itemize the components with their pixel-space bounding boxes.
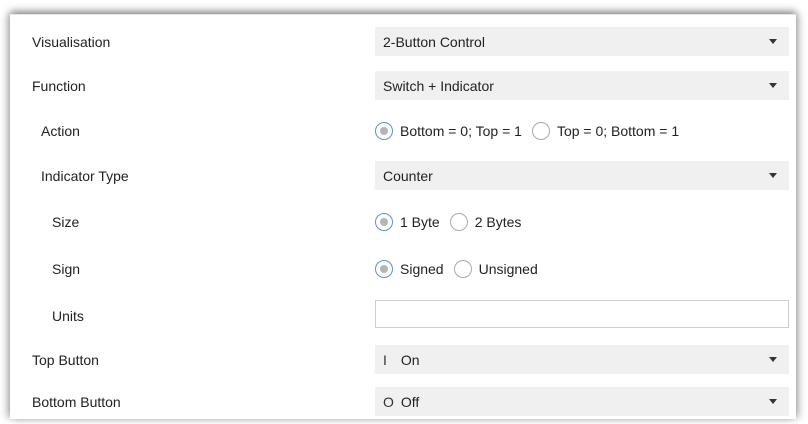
sign-radio-unsigned[interactable]: Unsigned bbox=[453, 260, 538, 278]
radio-checked-icon bbox=[375, 213, 393, 231]
top-button-value-wrap: I On bbox=[383, 352, 769, 368]
row-units: Units bbox=[10, 294, 796, 338]
function-label: Function bbox=[32, 78, 86, 94]
function-value: Switch + Indicator bbox=[383, 77, 494, 94]
indicator-type-label: Indicator Type bbox=[41, 168, 129, 184]
radio-unchecked-icon bbox=[531, 122, 550, 140]
action-radio-top0-bottom1[interactable]: Top = 0; Bottom = 1 bbox=[531, 122, 680, 140]
off-symbol-icon: O bbox=[383, 393, 394, 410]
chevron-down-icon bbox=[769, 83, 777, 88]
row-function: Function Switch + Indicator bbox=[10, 64, 796, 108]
action-radio-group: Bottom = 0; Top = 1 Top = 0; Bottom = 1 bbox=[375, 109, 689, 153]
top-button-select[interactable]: I On bbox=[375, 345, 789, 374]
size-option-2-label: 2 Bytes bbox=[474, 214, 522, 230]
size-radio-group: 1 Byte 2 Bytes bbox=[375, 200, 531, 244]
bottom-button-label: Bottom Button bbox=[32, 394, 121, 410]
visualisation-label: Visualisation bbox=[32, 34, 111, 50]
top-button-label: Top Button bbox=[32, 352, 99, 368]
function-select[interactable]: Switch + Indicator bbox=[375, 71, 789, 100]
visualisation-value: 2-Button Control bbox=[383, 33, 485, 50]
row-indicator-type: Indicator Type Counter bbox=[10, 154, 796, 198]
action-option-1-label: Bottom = 0; Top = 1 bbox=[400, 123, 522, 139]
row-top-button: Top Button I On bbox=[10, 338, 796, 382]
bottom-button-select[interactable]: O Off bbox=[375, 387, 789, 416]
on-symbol-icon: I bbox=[383, 351, 387, 368]
bottom-button-value: Off bbox=[400, 393, 420, 410]
chevron-down-icon bbox=[769, 357, 777, 362]
size-label: Size bbox=[52, 214, 80, 230]
size-radio-2-bytes[interactable]: 2 Bytes bbox=[449, 213, 522, 231]
radio-unchecked-icon bbox=[449, 213, 468, 231]
size-radio-1-byte[interactable]: 1 Byte bbox=[375, 213, 440, 231]
sign-label: Sign bbox=[52, 261, 81, 277]
action-option-2-label: Top = 0; Bottom = 1 bbox=[556, 123, 680, 139]
radio-checked-icon bbox=[375, 122, 393, 140]
sign-option-1-label: Signed bbox=[400, 261, 444, 277]
row-visualisation: Visualisation 2-Button Control bbox=[10, 20, 796, 64]
chevron-down-icon bbox=[769, 39, 777, 44]
indicator-type-select[interactable]: Counter bbox=[375, 161, 789, 190]
size-option-1-label: 1 Byte bbox=[400, 214, 440, 230]
row-action: Action Bottom = 0; Top = 1 Top = 0; Bott… bbox=[10, 109, 796, 153]
top-button-value: On bbox=[400, 351, 420, 368]
sign-radio-signed[interactable]: Signed bbox=[375, 260, 444, 278]
units-label: Units bbox=[52, 308, 84, 324]
units-input[interactable] bbox=[375, 300, 789, 328]
row-size: Size 1 Byte 2 Bytes bbox=[10, 200, 796, 244]
row-sign: Sign Signed Unsigned bbox=[10, 247, 796, 291]
row-bottom-button: Bottom Button O Off bbox=[10, 380, 796, 424]
radio-checked-icon bbox=[375, 260, 393, 278]
indicator-type-value: Counter bbox=[383, 167, 433, 184]
sign-option-2-label: Unsigned bbox=[478, 261, 538, 277]
sign-radio-group: Signed Unsigned bbox=[375, 247, 548, 291]
visualisation-select[interactable]: 2-Button Control bbox=[375, 27, 789, 56]
chevron-down-icon bbox=[769, 399, 777, 404]
chevron-down-icon bbox=[769, 173, 777, 178]
parameter-panel: Visualisation 2-Button Control Function … bbox=[10, 14, 796, 419]
action-label: Action bbox=[41, 123, 80, 139]
radio-unchecked-icon bbox=[453, 260, 472, 278]
action-radio-bottom0-top1[interactable]: Bottom = 0; Top = 1 bbox=[375, 122, 522, 140]
bottom-button-value-wrap: O Off bbox=[383, 394, 769, 410]
